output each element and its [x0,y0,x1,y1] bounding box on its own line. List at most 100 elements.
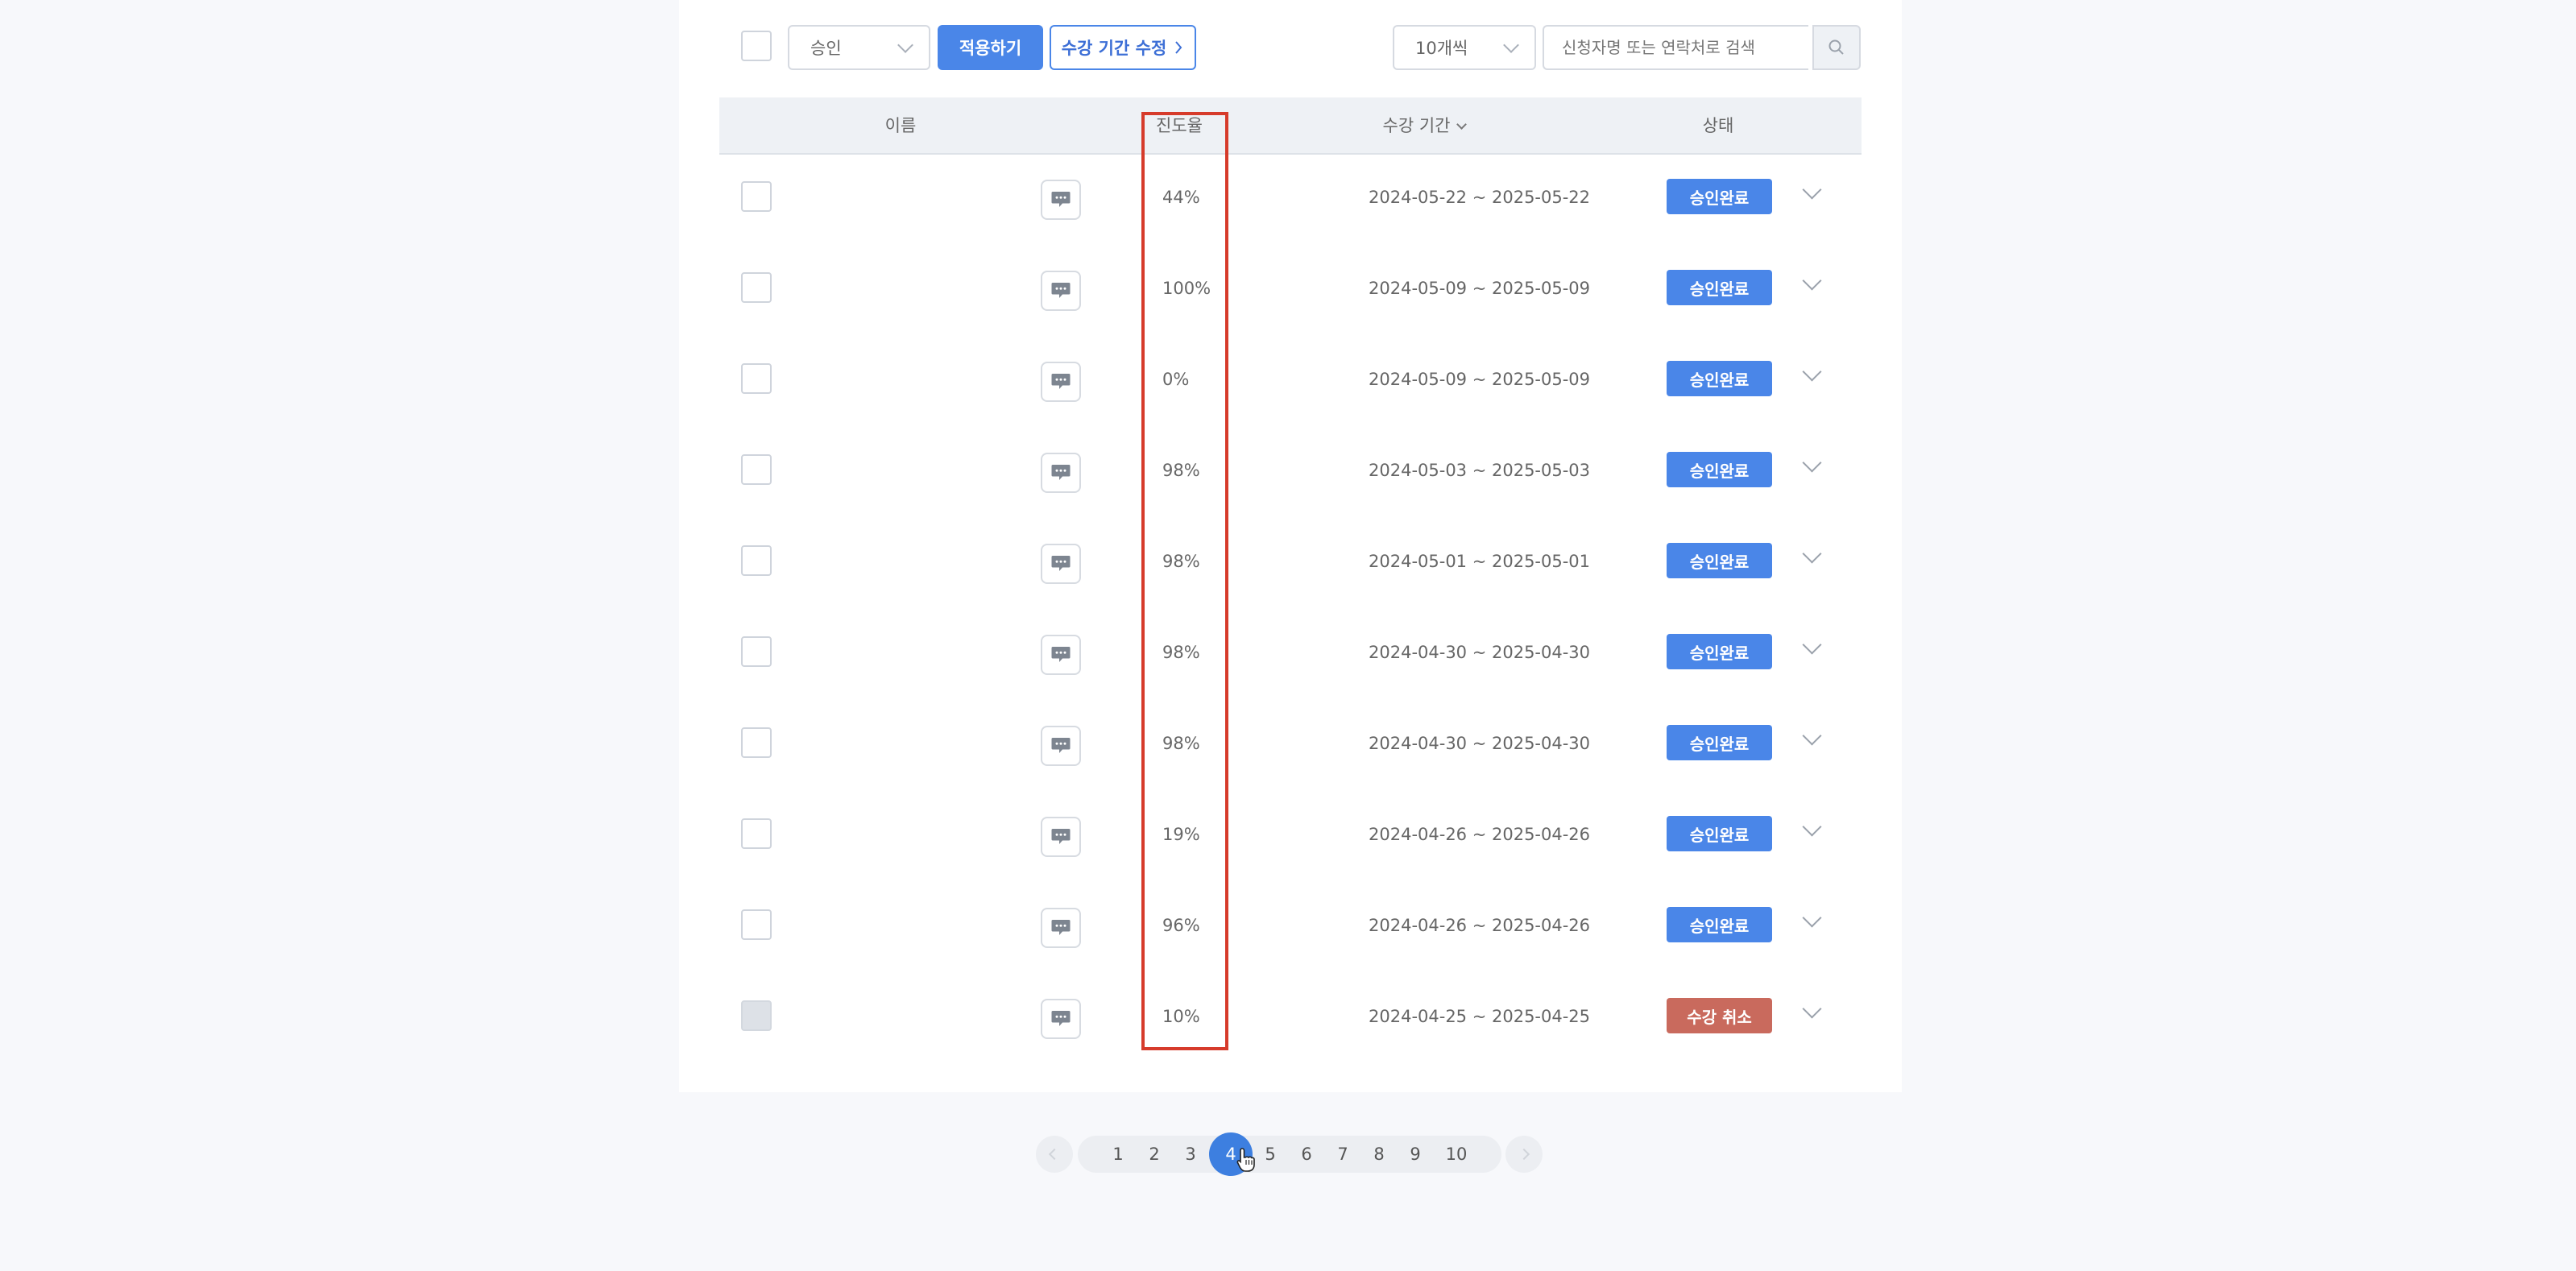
table-row: 0% 2024-05-09 ~ 2025-05-09 승인완료 [719,337,1862,428]
page-button[interactable]: 7 [1324,1136,1361,1173]
period-cell: 2024-04-26 ~ 2025-04-26 [1369,916,1591,935]
apply-button[interactable]: 적용하기 [938,25,1043,70]
status-badge: 승인완료 [1667,452,1772,487]
row-checkbox[interactable] [741,272,772,303]
status-select[interactable]: 승인 [788,25,930,70]
chevron-down-icon[interactable] [1802,180,1822,200]
page-button[interactable]: 1 [1100,1136,1137,1173]
period-cell: 2024-04-30 ~ 2025-04-30 [1369,734,1591,753]
progress-cell: 96% [1162,916,1200,935]
row-checkbox[interactable] [741,545,772,576]
status-badge: 승인완료 [1667,543,1772,578]
page-button[interactable]: 10 [1438,1136,1475,1173]
chevron-down-icon[interactable] [1802,999,1822,1019]
period-cell: 2024-05-09 ~ 2025-05-09 [1369,279,1591,298]
row-checkbox[interactable] [741,454,772,485]
page-button[interactable]: 9 [1397,1136,1434,1173]
next-page-button[interactable] [1505,1136,1543,1173]
sort-chevron-icon [1456,119,1468,130]
status-badge: 승인완료 [1667,634,1772,669]
chevron-down-icon[interactable] [1802,453,1822,473]
page-size-value: 10개씩 [1415,39,1468,58]
chat-bubble-icon[interactable] [1041,726,1081,766]
status-badge: 수강 취소 [1667,998,1772,1033]
progress-cell: 0% [1162,370,1190,389]
table-row: 96% 2024-04-26 ~ 2025-04-26 승인완료 [719,884,1862,975]
period-cell: 2024-05-03 ~ 2025-05-03 [1369,461,1591,480]
row-checkbox[interactable] [741,363,772,394]
progress-cell: 100% [1162,279,1211,298]
period-cell: 2024-04-25 ~ 2025-04-25 [1369,1007,1591,1026]
progress-cell: 10% [1162,1007,1200,1026]
table-row: 98% 2024-04-30 ~ 2025-04-30 승인완료 [719,702,1862,793]
status-badge: 승인완료 [1667,725,1772,760]
chevron-down-icon[interactable] [1802,726,1822,746]
progress-cell: 44% [1162,188,1200,207]
main-panel: 승인 적용하기 수강 기간 수정 10개씩 이름 진도율 수강 기간 상태 [679,0,1902,1092]
prev-page-button[interactable] [1036,1136,1073,1173]
page-button[interactable]: 5 [1252,1136,1289,1173]
status-select-value: 승인 [810,39,842,58]
progress-cell: 98% [1162,461,1200,480]
chat-bubble-icon[interactable] [1041,453,1081,493]
chevron-down-icon[interactable] [1802,817,1822,837]
chat-bubble-icon[interactable] [1041,271,1081,311]
table-row: 100% 2024-05-09 ~ 2025-05-09 승인완료 [719,246,1862,337]
progress-cell: 98% [1162,734,1200,753]
row-checkbox[interactable] [741,636,772,667]
search-button[interactable] [1812,25,1861,70]
status-badge: 승인완료 [1667,816,1772,851]
period-cell: 2024-05-09 ~ 2025-05-09 [1369,370,1591,389]
period-cell: 2024-05-22 ~ 2025-05-22 [1369,188,1591,207]
chevron-down-icon[interactable] [1802,908,1822,928]
page-button[interactable]: 2 [1136,1136,1173,1173]
table-row: 98% 2024-04-30 ~ 2025-04-30 승인완료 [719,611,1862,702]
chat-bubble-icon[interactable] [1041,180,1081,220]
chevron-down-icon[interactable] [1802,635,1822,655]
page-button[interactable]: 3 [1172,1136,1209,1173]
edit-period-button[interactable]: 수강 기간 수정 [1050,25,1196,70]
period-cell: 2024-05-01 ~ 2025-05-01 [1369,552,1591,571]
table-row: 19% 2024-04-26 ~ 2025-04-26 승인완료 [719,793,1862,884]
page-button[interactable]: 8 [1360,1136,1398,1173]
table-header: 이름 진도율 수강 기간 상태 [719,97,1862,155]
status-badge: 승인완료 [1667,179,1772,214]
row-checkbox [741,1000,772,1031]
progress-cell: 98% [1162,643,1200,662]
progress-cell: 19% [1162,825,1200,844]
row-checkbox[interactable] [741,727,772,758]
page-size-select[interactable]: 10개씩 [1393,25,1536,70]
header-name: 이름 [884,116,917,135]
table-row: 10% 2024-04-25 ~ 2025-04-25 수강 취소 [719,975,1862,1066]
chat-bubble-icon[interactable] [1041,817,1081,857]
table-row: 98% 2024-05-01 ~ 2025-05-01 승인완료 [719,520,1862,611]
chat-bubble-icon[interactable] [1041,999,1081,1039]
chat-bubble-icon[interactable] [1041,544,1081,584]
chevron-down-icon[interactable] [1802,544,1822,564]
chevron-down-icon [1503,37,1519,53]
chevron-right-icon [1518,1148,1530,1161]
search-input[interactable] [1543,25,1808,70]
status-badge: 승인완료 [1667,361,1772,396]
status-badge: 승인완료 [1667,907,1772,942]
chevron-down-icon [897,37,913,53]
toolbar: 승인 적용하기 수강 기간 수정 10개씩 [679,0,1902,97]
row-checkbox[interactable] [741,181,772,212]
table-row: 98% 2024-05-03 ~ 2025-05-03 승인완료 [719,428,1862,520]
page-button[interactable]: 6 [1288,1136,1325,1173]
chat-bubble-icon[interactable] [1041,362,1081,402]
chat-bubble-icon[interactable] [1041,635,1081,675]
row-checkbox[interactable] [741,909,772,940]
header-period[interactable]: 수강 기간 [1348,97,1501,155]
status-badge: 승인완료 [1667,270,1772,305]
chevron-down-icon[interactable] [1802,362,1822,382]
search-icon [1828,39,1844,55]
chevron-right-icon [1175,41,1182,54]
chevron-down-icon[interactable] [1802,271,1822,291]
chat-bubble-icon[interactable] [1041,908,1081,948]
select-all-checkbox[interactable] [741,31,772,61]
table-row: 44% 2024-05-22 ~ 2025-05-22 승인완료 [719,155,1862,246]
period-cell: 2024-04-30 ~ 2025-04-30 [1369,643,1591,662]
hand-pointer-icon [1236,1148,1255,1172]
row-checkbox[interactable] [741,818,772,849]
